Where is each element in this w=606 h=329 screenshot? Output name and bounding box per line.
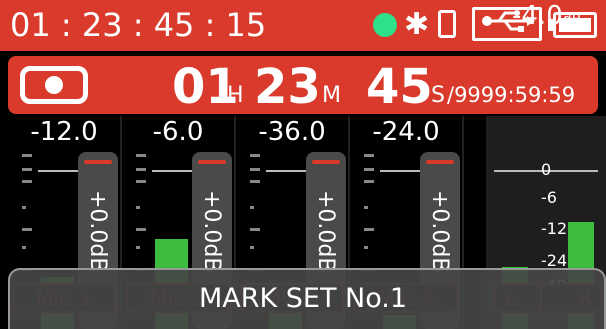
- channel-level: -6.0: [152, 117, 204, 147]
- fader-position-mark: [312, 160, 340, 164]
- gain-value: +0.0dB: [313, 190, 338, 273]
- scale-tick: [136, 154, 146, 157]
- rec-seconds-unit: S: [431, 83, 445, 108]
- channel-level: -24.0: [372, 117, 440, 147]
- remaining-time: /9999:59:59: [447, 83, 576, 107]
- scale-tick: [136, 180, 146, 183]
- scale-tick: [250, 154, 260, 157]
- mix-scale-label: -12: [541, 219, 568, 238]
- channel-level: -12.0: [30, 117, 98, 147]
- scale-tick: [136, 168, 146, 171]
- scale-tick: [250, 228, 260, 231]
- phone-icon: [438, 10, 456, 38]
- scale-tick: [364, 168, 374, 171]
- scale-tick: [250, 168, 260, 171]
- mix-scale-label: 0: [541, 160, 552, 179]
- scale-tick: [22, 228, 32, 231]
- rec-seconds: 45: [366, 59, 433, 115]
- mark-toast-text: MARK SET No.1: [198, 283, 408, 314]
- scale-tick: [364, 246, 368, 249]
- scale-tick: [364, 206, 368, 209]
- gain-value: +0.0dB: [199, 190, 224, 273]
- scale-tick: [136, 246, 140, 249]
- record-dot-icon: [45, 76, 63, 94]
- rec-minutes: 23: [254, 59, 321, 115]
- rec-hours-unit: H: [227, 83, 244, 108]
- status-indicator-dot: [373, 13, 397, 37]
- scale-tick: [250, 246, 254, 249]
- gain-value: +0.0dB: [85, 190, 110, 273]
- fader-position-mark: [198, 160, 226, 164]
- scale-tick: [22, 168, 32, 171]
- mix-level-unit: dB: [562, 12, 582, 28]
- scale-tick: [364, 154, 374, 157]
- timecode-clock: 01 : 23 : 45 : 15: [10, 6, 267, 44]
- mix-level-value: -4.0: [512, 1, 563, 31]
- fader-position-mark: [84, 160, 112, 164]
- channel-level: -36.0: [258, 117, 326, 147]
- mix-scale-label: -6: [541, 188, 557, 207]
- bluetooth-icon: ✱: [404, 7, 430, 42]
- scale-tick: [364, 180, 374, 183]
- rec-minutes-unit: M: [322, 83, 341, 108]
- fader-position-mark: [426, 160, 454, 164]
- scale-tick: [250, 206, 254, 209]
- scale-tick: [136, 206, 140, 209]
- scale-tick: [250, 180, 260, 183]
- scale-tick: [22, 180, 32, 183]
- gain-value: +0.0dB: [427, 190, 452, 273]
- scale-tick: [22, 154, 32, 157]
- scale-tick: [22, 206, 26, 209]
- scale-tick: [22, 246, 26, 249]
- mix-level: -4.0dB: [512, 0, 581, 36]
- scale-tick: [136, 228, 146, 231]
- scale-tick: [364, 228, 374, 231]
